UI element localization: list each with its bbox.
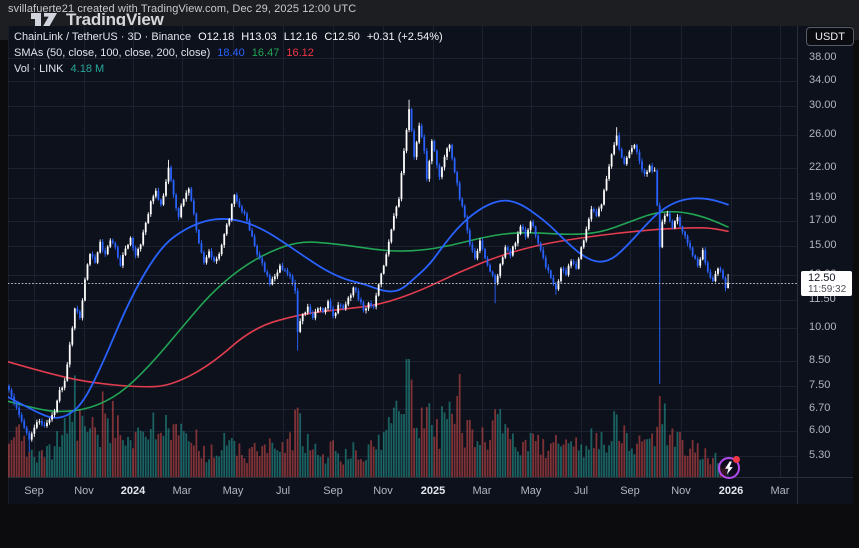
price-axis-label: 17.00 bbox=[809, 214, 837, 226]
time-axis-label: May bbox=[223, 485, 244, 497]
ohlc-high: H13.03 bbox=[241, 31, 276, 43]
legend-symbol-row: ChainLink / TetherUS · 3D · Binance O12.… bbox=[14, 29, 443, 45]
legend-volume-row: Vol · LINK 4.18 M bbox=[14, 61, 443, 77]
price-axis-label: 22.00 bbox=[809, 161, 837, 173]
tradingview-snapshot: svillafuerte21 created with TradingView.… bbox=[0, 0, 859, 548]
time-axis-label: Sep bbox=[323, 485, 343, 497]
volume-value: 4.18 M bbox=[71, 63, 105, 75]
time-axis-label: May bbox=[521, 485, 542, 497]
chart-legend: ChainLink / TetherUS · 3D · Binance O12.… bbox=[14, 29, 443, 77]
sma50-value: 18.40 bbox=[217, 47, 245, 59]
price-axis-label: 26.00 bbox=[809, 128, 837, 140]
time-axis-label: Jul bbox=[276, 485, 290, 497]
price-axis-label: 6.70 bbox=[809, 402, 830, 414]
price-axis-label: 8.50 bbox=[809, 354, 830, 366]
legend-sma-row: SMAs (50, close, 100, close, 200, close)… bbox=[14, 45, 443, 61]
price-axis-label: 6.00 bbox=[809, 424, 830, 436]
ohlc-change: +0.31 (+2.54%) bbox=[367, 31, 443, 43]
time-axis-label: Mar bbox=[173, 485, 192, 497]
symbol-title[interactable]: ChainLink / TetherUS · 3D · Binance bbox=[14, 31, 191, 43]
bar-countdown-timer: 11:59:32 bbox=[808, 284, 852, 295]
alert-dot-icon bbox=[733, 456, 740, 463]
time-axis-label: Nov bbox=[671, 485, 691, 497]
price-axis-label: 5.30 bbox=[809, 449, 830, 461]
flash-marker-button[interactable] bbox=[718, 457, 740, 479]
time-axis-label: 2026 bbox=[719, 485, 743, 497]
price-axis-label: 10.00 bbox=[809, 321, 837, 333]
time-axis-label: Nov bbox=[373, 485, 393, 497]
price-axis-label: 34.00 bbox=[809, 74, 837, 86]
ohlc-close: C12.50 bbox=[324, 31, 359, 43]
sma200-value: 16.12 bbox=[286, 47, 314, 59]
current-price-badge: 12.50 11:59:32 bbox=[801, 271, 852, 296]
price-axis-label: 7.50 bbox=[809, 379, 830, 391]
attribution-text: svillafuerte21 created with TradingView.… bbox=[8, 3, 356, 15]
time-axis-label: Mar bbox=[771, 485, 790, 497]
price-axis-label: 30.00 bbox=[809, 99, 837, 111]
time-axis-label: Sep bbox=[24, 485, 44, 497]
time-axis-label: Jul bbox=[574, 485, 588, 497]
time-axis-label: Sep bbox=[620, 485, 640, 497]
ohlc-open: O12.18 bbox=[198, 31, 234, 43]
sma100-value: 16.47 bbox=[252, 47, 280, 59]
currency-toggle-button[interactable]: USDT bbox=[806, 27, 854, 46]
time-axis-label: 2025 bbox=[421, 485, 445, 497]
time-axis-label: 2024 bbox=[121, 485, 145, 497]
price-axis-label: 15.00 bbox=[809, 239, 837, 251]
time-axis-label: Nov bbox=[74, 485, 94, 497]
ohlc-low: L12.16 bbox=[284, 31, 318, 43]
price-axis-label: 38.00 bbox=[809, 51, 837, 63]
sma-indicator-label[interactable]: SMAs (50, close, 100, close, 200, close) bbox=[14, 47, 210, 59]
time-axis-label: Mar bbox=[473, 485, 492, 497]
price-axis-label: 19.00 bbox=[809, 191, 837, 203]
volume-indicator-label[interactable]: Vol · LINK bbox=[14, 63, 64, 75]
current-price-value: 12.50 bbox=[808, 272, 852, 284]
